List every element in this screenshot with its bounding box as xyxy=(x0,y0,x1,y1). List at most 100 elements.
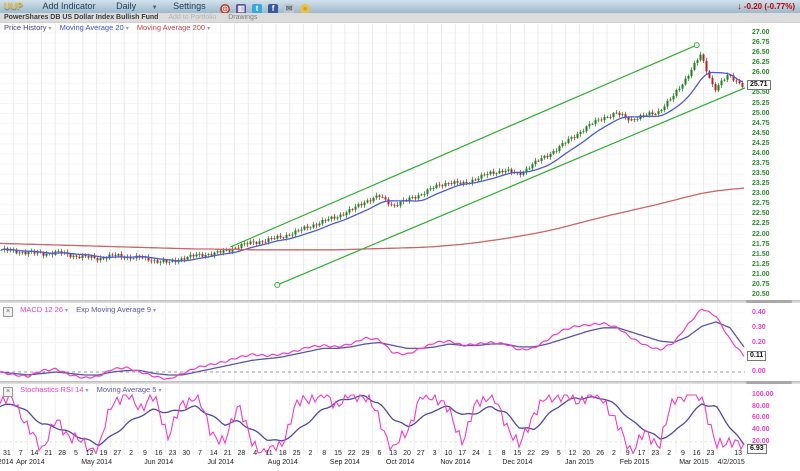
chevron-down-icon: ▾ xyxy=(158,388,161,394)
price-tick-label: 26.00 xyxy=(752,69,770,76)
price-tick-label: 23.75 xyxy=(752,160,770,167)
x-axis-month-label: Oct 2014 xyxy=(386,459,414,466)
price-tick-label: 20.75 xyxy=(752,281,770,288)
x-axis-week-label: 20 xyxy=(403,450,411,457)
change-value: -0.20 (-0.77%) xyxy=(744,2,795,11)
x-axis-week-label: 23 xyxy=(651,450,659,457)
x-axis-week-label: 23 xyxy=(169,450,177,457)
x-axis-week-label: 22 xyxy=(527,450,535,457)
add-indicator-button[interactable]: Add Indicator xyxy=(43,1,96,11)
x-axis-week-label: 13 xyxy=(389,450,397,457)
legend-stoch-rsi[interactable]: Stochastics RSI 14▾ xyxy=(20,385,88,394)
price-tick-label: 21.50 xyxy=(752,251,770,258)
x-axis-weeks[interactable]: 3171421285121927291623307142128411182528… xyxy=(0,450,800,458)
x-axis-week-label: 29 xyxy=(362,450,370,457)
x-axis-week-label: 24 xyxy=(472,450,480,457)
x-axis-week-label: 4 xyxy=(253,450,257,457)
macd-value-box: 0.11 xyxy=(747,351,766,361)
price-y-axis[interactable]: 27.00 26.75 26.50 26.25 26.00 25.50 25.25 25.00… xyxy=(745,24,800,300)
stoch-tick-label: 80.00 xyxy=(752,403,770,410)
x-axis-week-label: 25 xyxy=(293,450,301,457)
stoch-tick-label: 60.00 xyxy=(752,414,770,421)
macd-tick-label: 0.30 xyxy=(752,324,766,331)
price-tick-label: 26.50 xyxy=(752,49,770,56)
close-stoch-panel-button[interactable]: × xyxy=(3,387,13,397)
chevron-down-icon: ▾ xyxy=(126,26,129,32)
x-axis-month-label: 2014 xyxy=(0,459,13,466)
stoch-tick-label: 40.00 xyxy=(752,426,770,433)
chevron-down-icon: ▾ xyxy=(65,308,68,314)
x-axis-week-label: 22 xyxy=(348,450,356,457)
x-axis-week-label: 9 xyxy=(626,450,630,457)
x-axis-week-label: 26 xyxy=(596,450,604,457)
x-axis-month-label: Feb 2015 xyxy=(620,459,650,466)
x-axis-month-label: 4/2/2015 xyxy=(718,459,745,466)
price-tick-label: 24.50 xyxy=(752,130,770,137)
price-tick-label: 22.75 xyxy=(752,200,770,207)
price-tick-label: 21.75 xyxy=(752,241,770,248)
legend-ma200[interactable]: Moving Average 200▾ xyxy=(137,23,210,32)
x-axis-week-label: 17 xyxy=(458,450,466,457)
stoch-legend: × Stochastics RSI 14▾ Moving Average 5▾ xyxy=(3,385,168,397)
x-axis-week-label: 16 xyxy=(693,450,701,457)
legend-price-history[interactable]: Price History▾ xyxy=(4,23,52,32)
x-axis-week-label: 18 xyxy=(279,450,287,457)
timeframe-select[interactable]: Daily xyxy=(116,1,136,11)
x-axis-week-label: 21 xyxy=(224,450,232,457)
x-axis-month-label: Sep 2014 xyxy=(330,459,360,466)
price-tick-label: 23.25 xyxy=(752,180,770,187)
macd-y-axis[interactable]: 0.400.300.200.000.11 xyxy=(745,303,800,383)
symbol-label[interactable]: UUP xyxy=(4,1,23,11)
macd-tick-label: 0.00 xyxy=(752,368,766,375)
chevron-down-icon: ▾ xyxy=(85,388,88,394)
x-axis-month-label: Apr 2014 xyxy=(16,459,44,466)
macd-legend: × MACD 12 26▾ Exp Moving Average 9▾ xyxy=(3,305,162,317)
price-tick-label: 23.00 xyxy=(752,190,770,197)
x-axis-week-label: 14 xyxy=(210,450,218,457)
x-axis-month-label: Mar 2015 xyxy=(679,459,709,466)
x-axis-week-label: 5 xyxy=(74,450,78,457)
price-chart-canvas[interactable] xyxy=(0,24,745,302)
chevron-down-icon: ▾ xyxy=(153,308,156,314)
stoch-y-axis[interactable]: 100.0080.0060.0040.0020.006.93 xyxy=(745,384,800,456)
x-axis-month-label: Nov 2014 xyxy=(440,459,470,466)
price-tick-label: 24.25 xyxy=(752,140,770,147)
x-axis-week-label: 7 xyxy=(19,450,23,457)
price-tick-label: 25.25 xyxy=(752,100,770,107)
down-arrow-icon: ↓ xyxy=(737,1,742,11)
legend-macd-ema[interactable]: Exp Moving Average 9▾ xyxy=(76,305,156,314)
x-axis-week-label: 28 xyxy=(58,450,66,457)
last-price-box: 25.71 xyxy=(747,80,771,90)
price-tick-label: 25.00 xyxy=(752,110,770,117)
price-tick-label: 22.50 xyxy=(752,210,770,217)
x-axis-week-label: 2 xyxy=(667,450,671,457)
toolbar-icons: ◎▥tf✉● xyxy=(217,1,313,11)
close-macd-panel-button[interactable]: × xyxy=(3,307,13,317)
x-axis-week-label: 7 xyxy=(198,450,202,457)
x-axis-month-label: May 2014 xyxy=(81,459,112,466)
legend-ma20[interactable]: Moving Average 20▾ xyxy=(60,23,129,32)
drawings-menu[interactable]: Drawings xyxy=(228,14,257,21)
chevron-down-icon: ▾ xyxy=(49,26,52,32)
legend-macd[interactable]: MACD 12 26▾ xyxy=(20,305,68,314)
price-legend: Price History▾ Moving Average 20▾ Moving… xyxy=(4,23,216,34)
x-axis-week-label: 15 xyxy=(334,450,342,457)
x-axis-month-label: Aug 2014 xyxy=(268,459,298,466)
add-to-portfolio-link[interactable]: Add to Portfolio xyxy=(168,14,216,21)
x-axis-week-label: 19 xyxy=(100,450,108,457)
price-tick-label: 27.00 xyxy=(752,29,770,36)
price-tick-label: 21.25 xyxy=(752,261,770,268)
price-tick-label: 20.50 xyxy=(752,291,770,298)
price-tick-label: 26.75 xyxy=(752,39,770,46)
x-axis-week-label: 12 xyxy=(569,450,577,457)
price-tick-label: 21.00 xyxy=(752,271,770,278)
subheader: PowerShares DB US Dollar Index Bullish F… xyxy=(0,13,800,23)
price-tick-label: 25.50 xyxy=(752,89,770,96)
legend-stoch-ma[interactable]: Moving Average 5▾ xyxy=(97,385,162,394)
timeframe-caret-icon[interactable]: ▼ xyxy=(152,5,158,11)
settings-button[interactable]: Settings xyxy=(173,1,206,11)
x-axis-week-label: 20 xyxy=(582,450,590,457)
x-axis-week-label: 2 xyxy=(308,450,312,457)
x-axis-week-label: 14 xyxy=(31,450,39,457)
price-tick-label: 26.25 xyxy=(752,59,770,66)
